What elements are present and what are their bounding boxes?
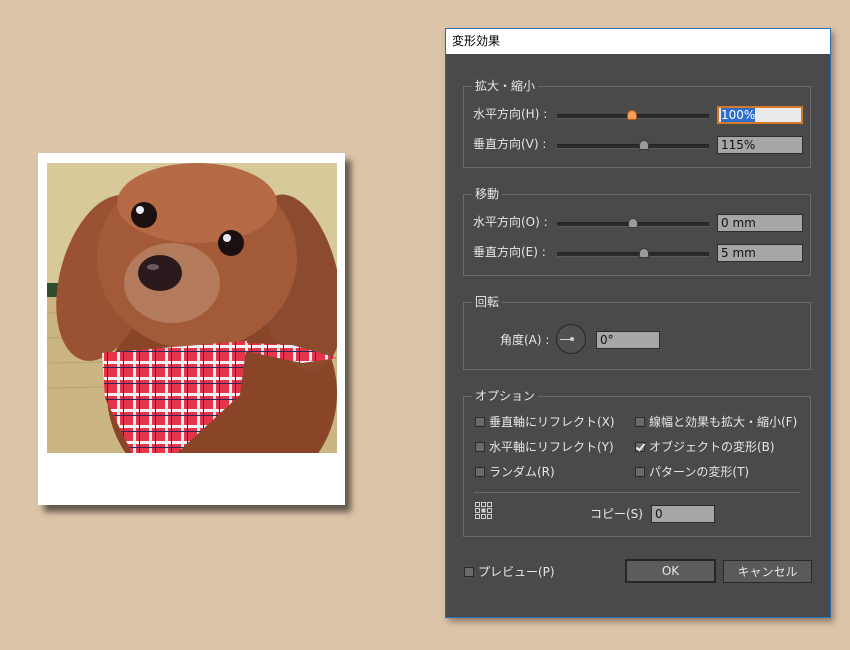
transform-patterns-checkbox[interactable] (635, 467, 645, 477)
move-vertical-knob[interactable] (639, 248, 649, 258)
move-vertical-label: 垂直方向(E) : (473, 245, 546, 259)
move-horizontal-slider[interactable] (557, 218, 709, 228)
dog-photo (47, 163, 337, 453)
preview-label: プレビュー(P) (478, 565, 555, 579)
reflect-y-checkbox[interactable] (475, 442, 485, 452)
scale-strokes-label: 線幅と効果も拡大・縮小(F) (649, 415, 798, 429)
angle-input[interactable]: 0° (596, 331, 660, 349)
angle-dial-icon[interactable] (556, 324, 586, 354)
copies-input[interactable]: 0 (651, 505, 715, 523)
transform-objects-checkbox[interactable] (635, 442, 645, 452)
scale-group: 拡大・縮小 水平方向(H) : 100% 垂直方向(V) : 115% (463, 78, 811, 168)
random-label: ランダム(R) (489, 465, 555, 479)
copies-label: コピー(S) (590, 507, 643, 521)
scale-horizontal-label: 水平方向(H) : (473, 107, 548, 121)
options-group: オプション 垂直軸にリフレクト(X) 線幅と効果も拡大・縮小(F) 水平軸にリフ… (463, 388, 811, 537)
scale-vertical-input[interactable]: 115% (717, 136, 803, 154)
move-horizontal-input[interactable]: 0 mm (717, 214, 803, 232)
move-horizontal-label: 水平方向(O) : (473, 215, 548, 229)
scale-horizontal-knob[interactable] (627, 110, 637, 120)
random-checkbox[interactable] (475, 467, 485, 477)
transform-objects-label: オブジェクトの変形(B) (649, 440, 775, 454)
reflect-y-label: 水平軸にリフレクト(Y) (489, 440, 614, 454)
move-horizontal-knob[interactable] (628, 218, 638, 228)
reflect-x-label: 垂直軸にリフレクト(X) (489, 415, 615, 429)
scale-strokes-checkbox[interactable] (635, 417, 645, 427)
scale-vertical-slider[interactable] (557, 140, 709, 150)
options-legend: オプション (472, 388, 539, 404)
dog-image (47, 163, 337, 453)
dialog-title: 変形効果 (446, 29, 830, 54)
options-separator (474, 492, 800, 493)
transform-effect-dialog: 変形効果 拡大・縮小 水平方向(H) : 100% 垂直方向(V) : 115%… (445, 28, 831, 618)
move-group: 移動 水平方向(O) : 0 mm 垂直方向(E) : 5 mm (463, 186, 811, 276)
transform-patterns-label: パターンの変形(T) (649, 465, 750, 479)
move-vertical-input[interactable]: 5 mm (717, 244, 803, 262)
ok-button[interactable]: OK (625, 559, 716, 583)
reference-point-icon[interactable] (475, 502, 493, 520)
preview-checkbox[interactable] (464, 567, 474, 577)
scale-vertical-knob[interactable] (639, 140, 649, 150)
scale-legend: 拡大・縮小 (472, 78, 539, 94)
cancel-button[interactable]: キャンセル (723, 560, 812, 583)
rotate-group: 回転 角度(A) : 0° (463, 294, 811, 370)
photo-card (38, 153, 345, 505)
rotate-legend: 回転 (472, 294, 503, 310)
move-legend: 移動 (472, 186, 503, 202)
scale-horizontal-slider[interactable] (557, 110, 709, 120)
move-vertical-slider[interactable] (557, 248, 709, 258)
reflect-x-checkbox[interactable] (475, 417, 485, 427)
scale-horizontal-input[interactable]: 100% (717, 106, 803, 124)
scale-vertical-label: 垂直方向(V) : (473, 137, 547, 151)
angle-label: 角度(A) : (500, 333, 550, 347)
